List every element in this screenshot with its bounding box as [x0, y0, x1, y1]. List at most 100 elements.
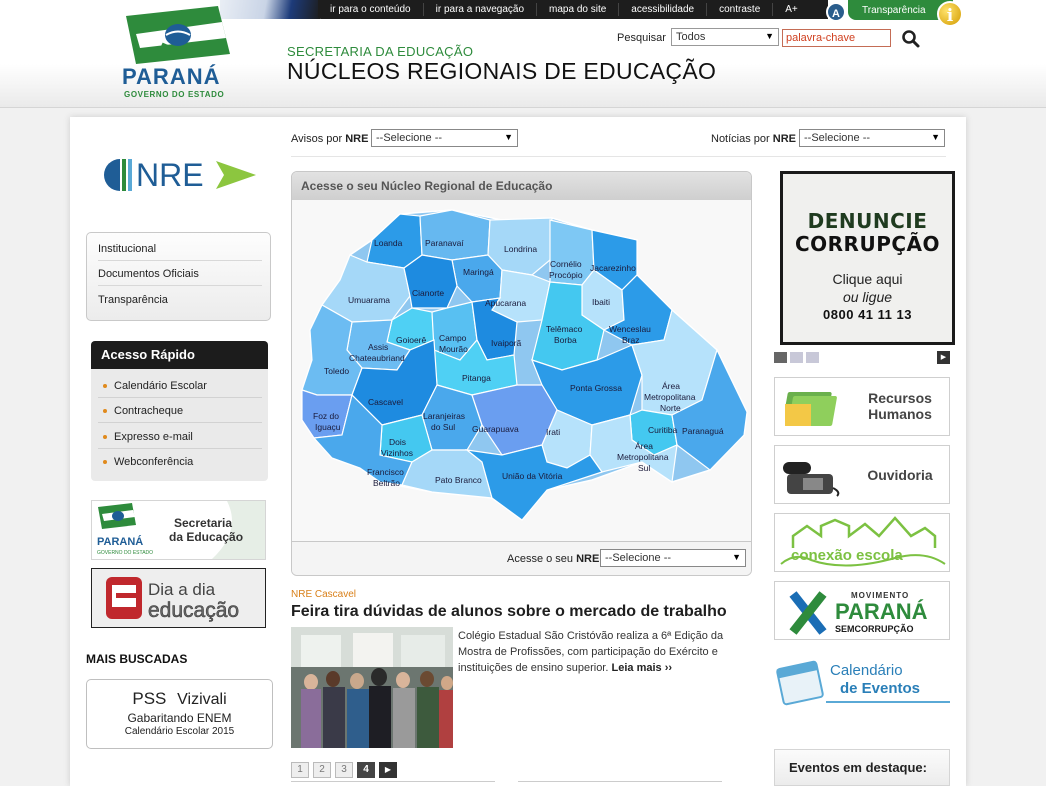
map-label: Iguaçu [315, 422, 341, 432]
movimento-main: PARANÁ [835, 599, 928, 624]
avisos-nre-select[interactable]: --Selecione -- ▼ [371, 129, 518, 147]
movimento-parana-art: MOVIMENTO PARANÁ SEMCORRUPÇÃO [789, 591, 928, 635]
sidebar-item-institucional[interactable]: Institucional [98, 243, 262, 261]
avisos-select-value: --Selecione -- [376, 132, 443, 144]
news-photo[interactable] [291, 627, 453, 748]
banner-dia-line1: Dia a dia [148, 580, 216, 599]
contrast-link[interactable]: contraste [707, 3, 774, 16]
map-label: Beltrão [373, 478, 400, 488]
recursos-humanos-banner[interactable]: Recursos Humanos [774, 377, 950, 436]
map-label: Metropolitana [617, 452, 669, 462]
region-paranavai[interactable] [419, 209, 491, 261]
map-footer: Acesse o seu NRE --Selecione -- ▼ [292, 541, 751, 575]
secretaria-educacao-banner[interactable]: PARANÁ GOVERNO DO ESTADO Secretaria da E… [91, 500, 266, 560]
map-label: Dois [389, 437, 406, 447]
banner-dia-line2: educação [148, 599, 239, 622]
dia-a-dia-educacao-banner[interactable]: Dia a dia educação [91, 568, 266, 628]
bullet-icon [103, 384, 107, 388]
news-headline[interactable]: Feira tira dúvidas de alunos sobre o mer… [291, 603, 727, 621]
quick-link-label: Contracheque [114, 405, 184, 417]
tag-calendario[interactable]: Calendário Escolar 2015 [87, 726, 272, 737]
banner-brand-sub: GOVERNO DO ESTADO [97, 550, 153, 556]
movimento-parana-sem-corrupcao-banner[interactable]: MOVIMENTO PARANÁ SEMCORRUPÇÃO [774, 581, 950, 640]
ouvidoria-label: Ouvidoria [867, 467, 933, 483]
pagination-page-2[interactable]: 2 [313, 762, 331, 778]
tag-pss[interactable]: PSS [132, 689, 166, 708]
map-label: Área [662, 381, 680, 391]
sitemap-link[interactable]: mapa do site [537, 3, 620, 16]
carousel-dot-2[interactable] [790, 352, 803, 363]
map-label: Curitiba [648, 425, 678, 435]
carousel-next-button[interactable]: ▶ [937, 351, 950, 364]
denuncie-line3: Clique aqui [832, 271, 903, 287]
news-category[interactable]: NRE Cascavel [291, 589, 356, 600]
phone-icon [783, 462, 840, 497]
news-summary-text: Colégio Estadual São Cristóvão realiza a… [458, 630, 724, 674]
logo-subtitle: GOVERNO DO ESTADO [124, 90, 225, 99]
quick-access-title: Acesso Rápido [91, 341, 268, 369]
sidebar-item-documentos[interactable]: Documentos Oficiais [98, 268, 262, 286]
quick-link-label: Webconferência [114, 456, 194, 468]
denuncie-corrupcao-banner[interactable]: DENUNCIE CORRUPÇÃO Clique aqui ou ligue … [780, 171, 955, 345]
read-more-link[interactable]: Leia mais ›› [612, 662, 673, 674]
conexao-escola-banner[interactable]: conexão escola [774, 513, 950, 572]
noticias-nre-select[interactable]: --Selecione -- ▼ [799, 129, 945, 147]
map-label: União da Vitória [502, 471, 563, 481]
folder-icon [785, 392, 837, 426]
font-increase-link[interactable]: A+ [773, 3, 810, 16]
divider [291, 781, 495, 782]
map-label: Assis [368, 342, 388, 352]
map-title: Acesse o seu Núcleo Regional de Educação [292, 172, 751, 200]
denuncie-line1: DENUNCIE [807, 209, 928, 233]
ouvidoria-banner[interactable]: Ouvidoria [774, 445, 950, 504]
denuncie-phone: 0800 41 11 13 [823, 307, 912, 322]
map-label: Loanda [374, 238, 403, 248]
tag-gabaritando[interactable]: Gabaritando ENEM [87, 711, 272, 725]
banner-line2: da Educação [169, 530, 243, 544]
quick-link-webconferencia[interactable]: Webconferência [98, 456, 262, 473]
map-label: Cascavel [368, 397, 403, 407]
map-label: Ibaiti [592, 297, 610, 307]
pagination-page-3[interactable]: 3 [335, 762, 353, 778]
tag-vizivali[interactable]: Vizivali [177, 691, 227, 708]
conexao-escola-art: conexão escola [780, 516, 946, 567]
pagination-page-4[interactable]: 4 [357, 762, 375, 778]
skip-to-content-link[interactable]: ir para o conteúdo [318, 3, 424, 16]
quick-link-calendario[interactable]: Calendário Escolar [98, 380, 262, 398]
info-icon[interactable]: i [937, 1, 963, 27]
map-nre-select[interactable]: --Selecione -- ▼ [600, 549, 746, 567]
nre-map-panel: Acesse o seu Núcleo Regional de Educação [291, 171, 752, 576]
quick-link-expresso[interactable]: Expresso e-mail [98, 431, 262, 449]
region-cianorte[interactable] [403, 254, 458, 309]
map-label: Apucarana [485, 298, 526, 308]
map-label: Vizinhos [381, 448, 413, 458]
map-label: Chateaubriand [349, 353, 405, 363]
search-input[interactable] [782, 29, 891, 47]
calendario-eventos-banner[interactable]: Calendário de Eventos [774, 649, 950, 708]
map-label: Ivaiporã [491, 338, 522, 348]
recursos-line1: Recursos [868, 390, 932, 406]
pagination-page-1[interactable]: 1 [291, 762, 309, 778]
carousel-dot-3[interactable] [806, 352, 819, 363]
carousel-dot-1[interactable] [774, 352, 787, 363]
chevron-down-icon: ▼ [931, 132, 940, 142]
sidebar-item-transparencia[interactable]: Transparência [98, 294, 262, 311]
map-label: Cianorte [412, 288, 444, 298]
search-scope-select[interactable]: Todos ▼ [671, 28, 779, 46]
quick-link-contracheque[interactable]: Contracheque [98, 405, 262, 423]
map-footer-label: Acesse o seu NRE [507, 553, 599, 565]
pagination-next[interactable]: ▶ [379, 762, 397, 778]
accessibility-link[interactable]: acessibilidade [619, 3, 708, 16]
search-icon[interactable] [901, 29, 921, 49]
dia-a-dia-banner-art: Dia a dia educação [106, 577, 239, 622]
map-label: Toledo [324, 366, 349, 376]
accessibility-icon[interactable]: A [826, 2, 846, 22]
skip-to-navigation-link[interactable]: ir para a navegação [424, 3, 538, 16]
nre-logo[interactable]: NRE [104, 156, 258, 194]
accessibility-bar: ir para o conteúdo ir para a navegação m… [318, 0, 828, 19]
map-label: Francisco [367, 467, 404, 477]
nre-logo-text: NRE [136, 157, 204, 193]
map-label: Londrina [504, 244, 537, 254]
logo-wordmark: PARANÁ [122, 64, 221, 89]
map-label: Paranaguá [682, 426, 724, 436]
